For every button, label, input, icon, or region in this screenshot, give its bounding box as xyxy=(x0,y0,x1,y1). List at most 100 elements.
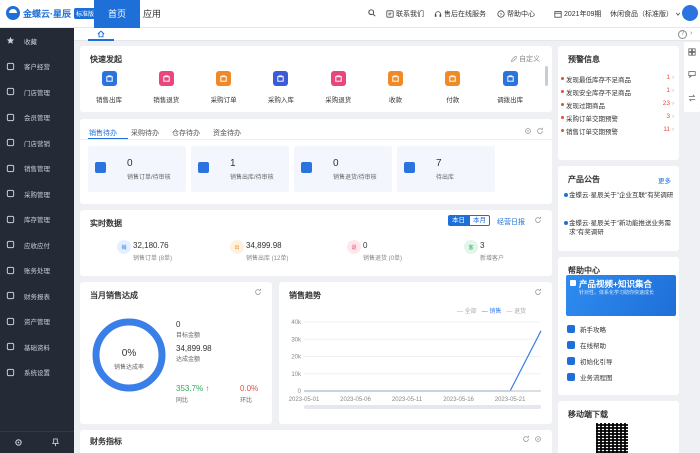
sidebar-item[interactable]: 客户经营 xyxy=(0,54,74,80)
warning-item-label[interactable]: 发现最低库存不足商品 xyxy=(566,74,631,84)
quick-action[interactable]: 付款 xyxy=(433,71,473,104)
help-item[interactable]: 新手攻略 xyxy=(567,324,606,334)
search-button[interactable] xyxy=(368,9,378,17)
contact-us-link[interactable]: 联系我们 xyxy=(386,9,424,19)
pending-tab[interactable]: 资金待办 xyxy=(213,128,241,138)
purchase-icon xyxy=(6,189,15,198)
customize-button[interactable]: 自定义 xyxy=(510,54,540,64)
sidebar-item[interactable]: 销售管理 xyxy=(0,156,74,182)
pending-tile-label: 销售出库/待审核 xyxy=(230,175,274,181)
help-item-label: 新手攻略 xyxy=(580,327,606,334)
nav-home-tab[interactable]: 首页 xyxy=(94,0,140,28)
x-tick-label: 2023-05-16 xyxy=(443,397,474,403)
warning-item-label[interactable]: 采购订单交期预警 xyxy=(566,113,618,123)
finance-card: 财务指标 xyxy=(80,430,552,453)
quick-action[interactable]: 采购退货 xyxy=(318,71,358,104)
home-icon xyxy=(97,30,105,37)
chevron-down-icon xyxy=(675,12,681,16)
pending-tile[interactable]: 0 销售退货/待审核 xyxy=(294,146,392,192)
tab-divider xyxy=(80,139,552,140)
help-item[interactable]: 初始化引导 xyxy=(567,356,613,366)
workbench-icon[interactable] xyxy=(688,48,696,56)
pending-refresh-icon[interactable] xyxy=(536,127,544,137)
warning-dot-icon xyxy=(561,129,564,132)
warning-item-label[interactable]: 发现安全库存不足商品 xyxy=(566,87,631,97)
settings-gear-icon[interactable] xyxy=(14,438,23,447)
quick-action[interactable]: 采购订单 xyxy=(204,71,244,104)
help-item-icon xyxy=(567,325,575,333)
today-toggle[interactable]: 本日 xyxy=(448,215,469,226)
sidebar-item[interactable]: 系统设置 xyxy=(0,360,74,386)
sidebar-item-label: 系统设置 xyxy=(24,370,50,378)
help-center-link[interactable]: ? 帮助中心 xyxy=(497,9,535,19)
quick-action[interactable]: 收款 xyxy=(376,71,416,104)
monthly-refresh-icon[interactable] xyxy=(254,288,262,298)
sidebar-item[interactable]: 会员管理 xyxy=(0,105,74,131)
quick-action[interactable]: 销售出库 xyxy=(89,71,129,104)
sidebar-item[interactable]: 库存管理 xyxy=(0,207,74,233)
brand-mark-icon xyxy=(6,6,20,20)
pending-tile[interactable]: 0 销售订单/待审核 xyxy=(88,146,186,192)
month-toggle[interactable]: 本月 xyxy=(469,215,490,226)
quick-action-label: 销售退货 xyxy=(153,97,180,104)
warning-item-label[interactable]: 销售订单交期预警 xyxy=(566,126,618,136)
quick-scrollbar[interactable] xyxy=(545,66,548,86)
home-page-tab[interactable] xyxy=(88,28,114,41)
pin-icon[interactable] xyxy=(51,438,60,447)
after-sales-link[interactable]: 售后在线服务 xyxy=(434,9,486,19)
realtime-value: 3 xyxy=(480,241,485,250)
pending-tab[interactable]: 采购待办 xyxy=(131,128,159,138)
sidebar-item[interactable]: 门店管理 xyxy=(0,79,74,105)
warning-item-count: 1 xyxy=(666,74,670,81)
quick-action[interactable]: 销售退货 xyxy=(146,71,186,104)
realtime-refresh-icon[interactable] xyxy=(534,216,542,226)
finance-settings-icon[interactable] xyxy=(534,435,542,445)
sidebar-item[interactable]: 基础资料 xyxy=(0,334,74,360)
realtime-badge-text: 退 xyxy=(351,244,357,251)
sidebar-item[interactable]: 资产管理 xyxy=(0,309,74,335)
y-tick-label: 0 xyxy=(298,389,302,395)
collapse-arrow-icon[interactable]: › xyxy=(690,30,692,37)
help-banner[interactable]: 产品视频+知识集合 针对性、体系化学习助你快速成长 xyxy=(566,275,676,316)
quick-action-label: 收款 xyxy=(389,97,402,104)
warning-item-label[interactable]: 发现过期商品 xyxy=(566,100,605,110)
sidebar-item-label: 采购管理 xyxy=(24,191,50,199)
brand-logo[interactable]: 金蝶云·星辰 标准版 xyxy=(6,5,97,21)
pending-tile[interactable]: 7 待出库 xyxy=(397,146,495,192)
page-help-icon[interactable]: ? xyxy=(678,30,687,39)
quick-action[interactable]: 调拨出库 xyxy=(490,71,530,104)
swap-icon[interactable] xyxy=(688,94,696,102)
help-item[interactable]: 在线帮助 xyxy=(567,340,606,350)
pending-tab[interactable]: 仓存待办 xyxy=(172,128,200,138)
chevron-right-icon: › xyxy=(672,126,675,133)
trend-refresh-icon[interactable] xyxy=(534,288,542,298)
finance-refresh-icon[interactable] xyxy=(522,435,530,445)
nav-apps-tab[interactable]: 应用 xyxy=(140,0,164,28)
sidebar-footer xyxy=(0,431,74,453)
calendar-icon xyxy=(554,11,562,18)
message-icon[interactable] xyxy=(688,70,696,78)
user-avatar[interactable] xyxy=(682,5,698,21)
pending-tab[interactable]: 销售待办 xyxy=(89,128,117,138)
customize-label: 自定义 xyxy=(519,56,540,63)
x-tick-label: 2023-05-01 xyxy=(289,397,320,403)
notice-item[interactable]: 金蝶云·星辰关于"企业互联"有奖调研 xyxy=(569,191,677,200)
notice-item[interactable]: 金蝶云·星辰关于"新功能推送业务需求"有奖调研 xyxy=(569,219,677,237)
sidebar-item[interactable]: 采购管理 xyxy=(0,181,74,207)
daily-report-link[interactable]: 经营日报 xyxy=(497,217,525,227)
quick-action[interactable]: 采购入库 xyxy=(261,71,301,104)
help-item[interactable]: 业务流程图 xyxy=(567,372,613,382)
account-selector[interactable]: 休闲食品（标准版） xyxy=(610,9,683,19)
sidebar-item[interactable]: 应收应付 xyxy=(0,232,74,258)
period-selector[interactable]: 2021年09期 xyxy=(554,9,601,19)
sidebar-item[interactable]: 账务处理 xyxy=(0,258,74,284)
pending-settings-icon[interactable] xyxy=(524,127,532,137)
pending-tile[interactable]: 1 销售出库/待审核 xyxy=(191,146,289,192)
receivable-icon xyxy=(6,240,15,249)
sidebar-item[interactable]: 门店营销 xyxy=(0,130,74,156)
account-label: 休闲食品（标准版） xyxy=(610,11,673,18)
notice-more-link[interactable]: 更多 xyxy=(658,175,671,185)
pending-tile-value: 1 xyxy=(230,158,236,169)
sidebar-item[interactable]: 财务报表 xyxy=(0,283,74,309)
sidebar-item[interactable]: 收藏 xyxy=(0,28,74,54)
